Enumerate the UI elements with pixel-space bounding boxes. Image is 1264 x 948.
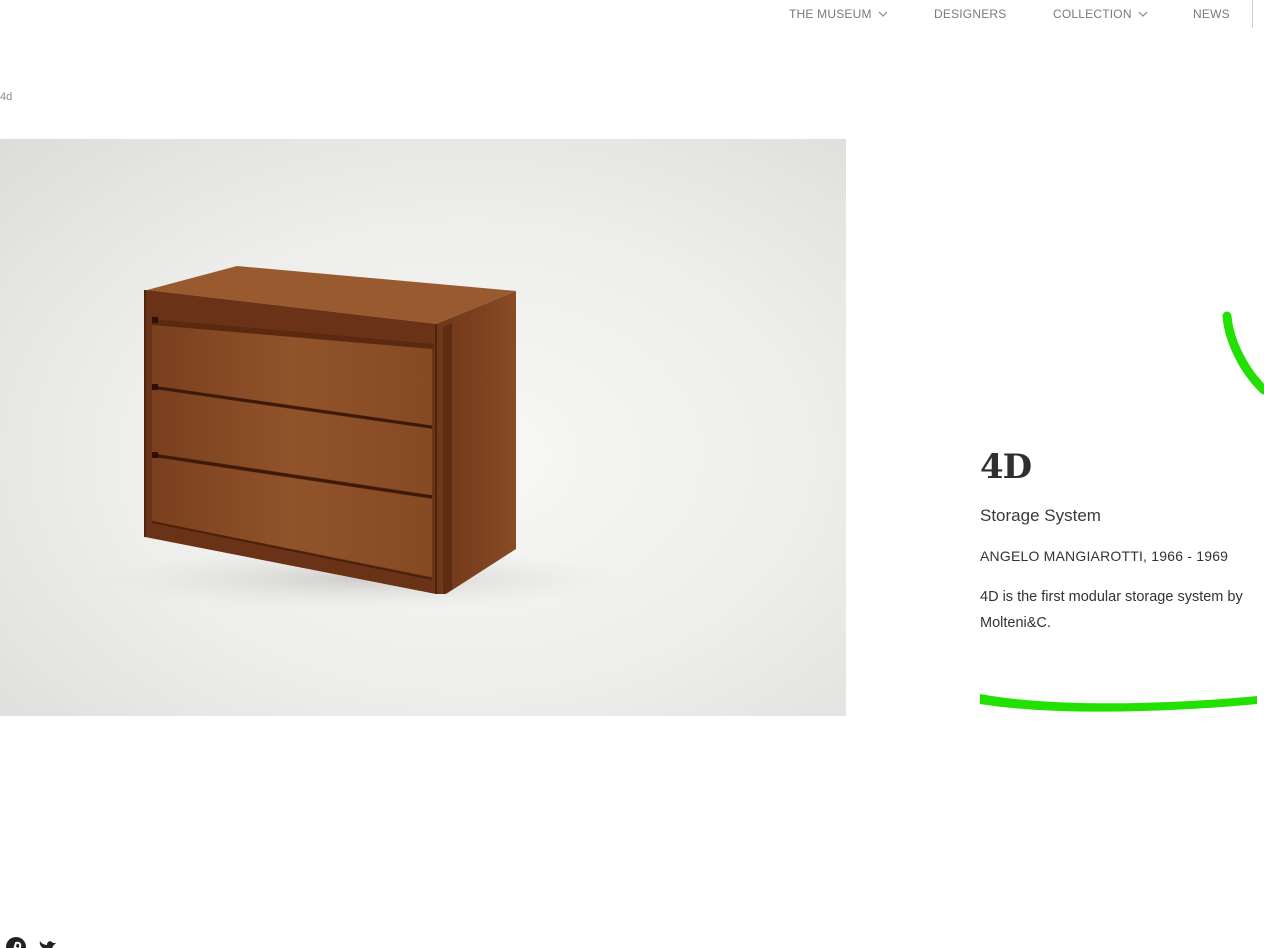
page: THE MUSEUM DESIGNERS COLLECTION NEWS 4d [0,0,1264,948]
chevron-down-icon [1138,11,1148,17]
nav-designers-label: DESIGNERS [934,7,1007,21]
nav-the-museum-label: THE MUSEUM [789,7,872,21]
product-description: 4D is the first modular storage system b… [980,589,1243,631]
nav-the-museum[interactable]: THE MUSEUM [789,3,888,25]
nav-divider [1252,0,1253,28]
product-info: 4D Storage System ANGELO MANGIAROTTI, 19… [980,446,1264,636]
nav-news[interactable]: NEWS [1193,3,1230,25]
product-title: 4D [980,447,1032,487]
chevron-down-icon [878,11,888,17]
breadcrumb[interactable]: 4d [0,91,12,103]
annotation-underline [980,694,1257,712]
nav-collection-label: COLLECTION [1053,7,1132,21]
pinterest-icon[interactable] [5,936,27,948]
product-subtitle: Storage System [980,506,1101,525]
product-image [0,139,846,716]
chest-of-drawers-illustration [100,266,620,609]
top-navigation: THE MUSEUM DESIGNERS COLLECTION NEWS [0,0,1264,28]
nav-collection[interactable]: COLLECTION [1053,3,1148,25]
social-links [5,936,59,948]
nav-news-label: NEWS [1193,7,1230,21]
annotation-arc [1222,311,1264,395]
nav-designers[interactable]: DESIGNERS [934,3,1006,25]
twitter-icon[interactable] [37,936,59,948]
product-designer[interactable]: ANGELO MANGIAROTTI, 1966 - 1969 [980,548,1264,564]
